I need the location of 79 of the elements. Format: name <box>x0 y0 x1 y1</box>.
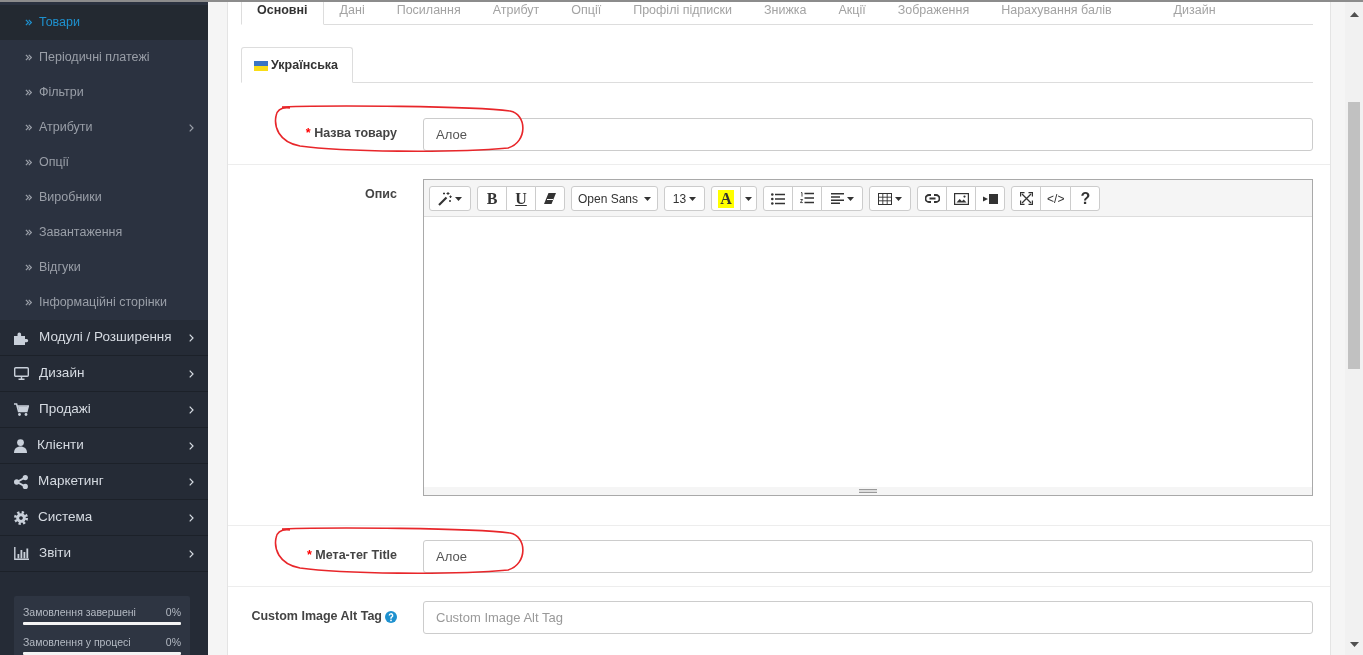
sidebar-item[interactable]: Виробники <box>0 180 208 215</box>
text-input[interactable]: Алое <box>423 540 1313 573</box>
picture-button[interactable] <box>946 186 977 211</box>
text-color-button[interactable]: A <box>711 186 742 211</box>
sidebar-item[interactable]: Атрибути <box>0 110 208 145</box>
gear-icon <box>14 510 28 525</box>
bullet-list-icon <box>771 192 786 205</box>
link-icon <box>924 194 940 203</box>
double-chevron-icon <box>25 89 32 96</box>
monitor-icon <box>14 367 29 380</box>
field-label: Опис <box>365 186 397 203</box>
bullet-list-button[interactable] <box>763 186 794 211</box>
double-chevron-icon <box>25 124 32 131</box>
cart-icon <box>14 403 29 416</box>
sidebar-item[interactable]: Періодичні платежі <box>0 40 208 75</box>
progress-reading: 0% <box>165 636 181 648</box>
caret-icon <box>745 196 753 201</box>
style-button[interactable] <box>429 186 471 211</box>
font-size-dropdown[interactable]: 13 <box>664 186 706 211</box>
progress-label: Замовлення завершені <box>23 606 136 618</box>
sidebar-item[interactable]: Завантаження <box>0 215 208 250</box>
expand-icon <box>1019 192 1033 205</box>
resize-grip-icon[interactable] <box>859 489 877 493</box>
scrollbar-thumb[interactable] <box>1348 102 1360 369</box>
text-editor[interactable]: B U Open Sans 13 A </> ? <box>423 179 1313 496</box>
sidebar-item[interactable]: Опції <box>0 145 208 180</box>
sidebar-menu-item[interactable]: Модулі / Розширення <box>0 320 208 356</box>
sidebar-item[interactable]: Фільтри <box>0 75 208 110</box>
clear-format-button[interactable] <box>535 186 565 211</box>
caret-icon <box>689 196 697 201</box>
table-icon <box>878 192 893 205</box>
code-view-button[interactable]: </> <box>1040 186 1072 211</box>
table-button[interactable] <box>869 186 912 211</box>
caret-icon <box>846 196 854 201</box>
puzzle-icon <box>14 330 29 345</box>
underline-button[interactable]: U <box>506 186 536 211</box>
scroll-up-icon[interactable] <box>1349 12 1359 17</box>
fullscreen-button[interactable] <box>1011 186 1042 211</box>
double-chevron-icon <box>25 159 32 166</box>
align-button[interactable] <box>821 186 864 211</box>
bold-button[interactable]: B <box>477 186 507 211</box>
numbered-list-icon <box>800 192 815 205</box>
sidebar-item[interactable]: Інформаційні сторінки <box>0 285 208 320</box>
font-family-dropdown[interactable]: Open Sans <box>571 186 659 211</box>
video-icon <box>982 193 998 204</box>
numbered-list-button[interactable] <box>792 186 823 211</box>
double-chevron-icon <box>25 19 32 26</box>
align-left-icon <box>830 193 844 204</box>
video-button[interactable] <box>975 186 1006 211</box>
share-icon <box>14 474 28 489</box>
sidebar-item[interactable]: Відгуки <box>0 250 208 285</box>
language-tab[interactable]: Українська <box>241 47 354 83</box>
link-button[interactable] <box>917 186 948 211</box>
help-button[interactable]: ? <box>1070 186 1101 211</box>
text-input[interactable]: Custom Image Alt Tag <box>423 601 1313 634</box>
double-chevron-icon <box>25 229 32 236</box>
progress-label: Замовлення у процесі <box>23 636 131 648</box>
color-menu-button[interactable] <box>740 186 758 211</box>
double-chevron-icon <box>25 194 32 201</box>
flag-icon <box>254 60 268 71</box>
double-chevron-icon <box>25 54 32 61</box>
tab[interactable]: Основні <box>241 2 324 25</box>
text-input[interactable]: Алое <box>423 118 1313 151</box>
picture-icon <box>953 192 969 205</box>
wand-icon <box>438 191 452 206</box>
double-chevron-icon <box>25 299 32 306</box>
field-label: * Мета-тег Title <box>306 547 397 564</box>
caret-icon <box>895 196 903 201</box>
bar-chart-icon <box>14 547 29 560</box>
caret-icon <box>455 196 462 201</box>
eraser-icon <box>544 193 556 204</box>
scroll-down-icon[interactable] <box>1349 642 1359 647</box>
user-icon <box>14 438 27 453</box>
sidebar-item[interactable]: Товари <box>0 5 208 40</box>
field-label: * Назва товару <box>305 125 397 142</box>
progress-reading: 0% <box>165 606 181 618</box>
field-label: Custom Image Alt Tag <box>251 608 382 625</box>
double-chevron-icon <box>25 264 32 271</box>
caret-icon <box>644 196 652 201</box>
